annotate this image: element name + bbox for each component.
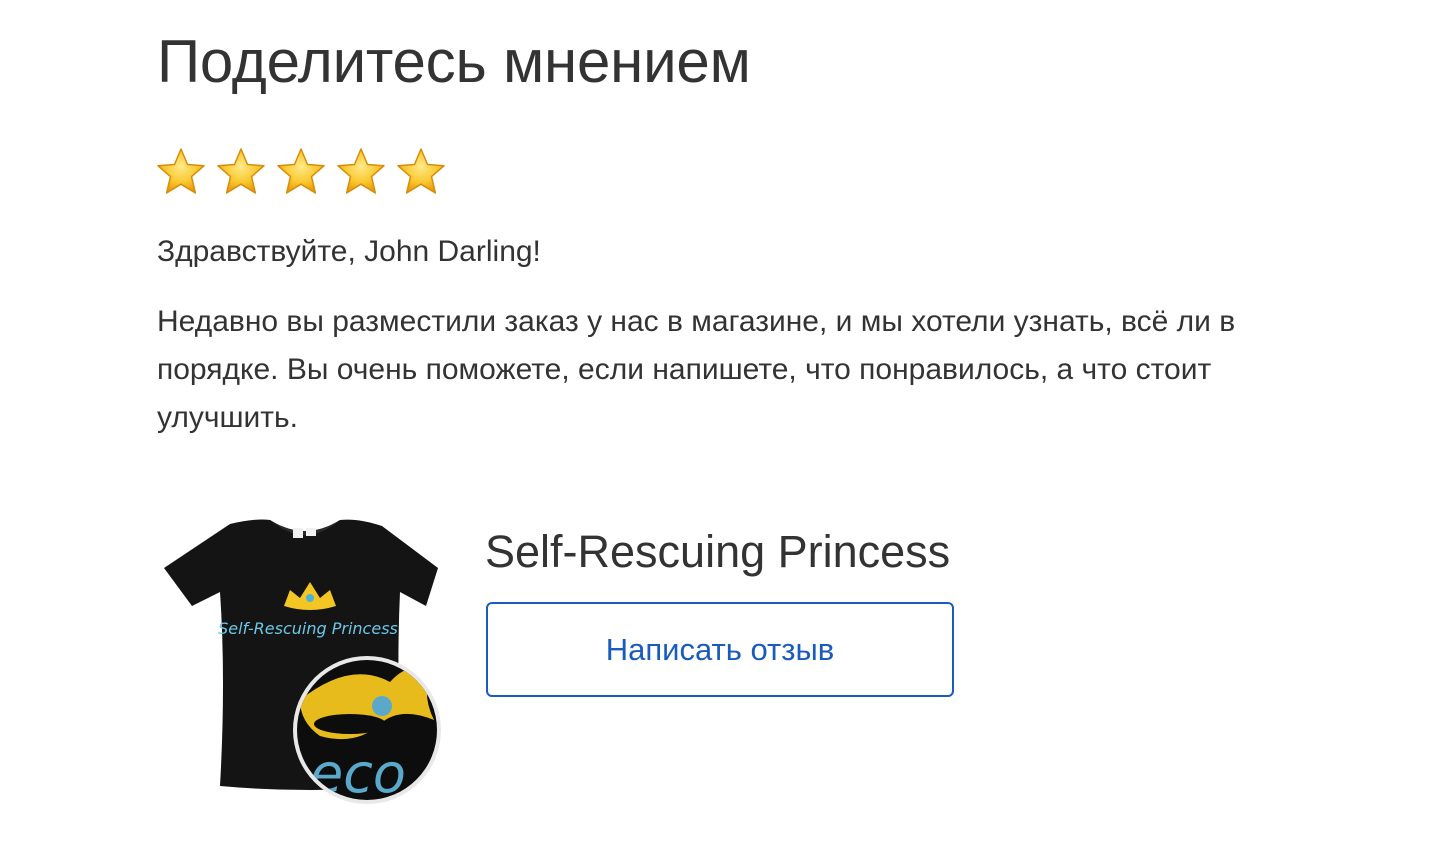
star-rating[interactable] [155, 146, 455, 198]
message-text: Недавно вы разместили заказ у нас в мага… [157, 305, 1236, 434]
shirt-print-text: Self-Rescuing Princess [218, 619, 398, 638]
star-icon[interactable] [155, 146, 207, 198]
greeting-text: Здравствуйте, John Darling! [157, 235, 541, 268]
page-title: Поделитесь мнением [157, 28, 751, 95]
star-icon[interactable] [335, 146, 387, 198]
star-icon[interactable] [215, 146, 267, 198]
write-review-button[interactable]: Написать отзыв [486, 602, 954, 697]
product-name: Self-Rescuing Princess [485, 526, 951, 577]
star-icon[interactable] [395, 146, 447, 198]
star-icon[interactable] [275, 146, 327, 198]
product-image[interactable]: Self-Rescuing Princess eco [160, 510, 450, 810]
